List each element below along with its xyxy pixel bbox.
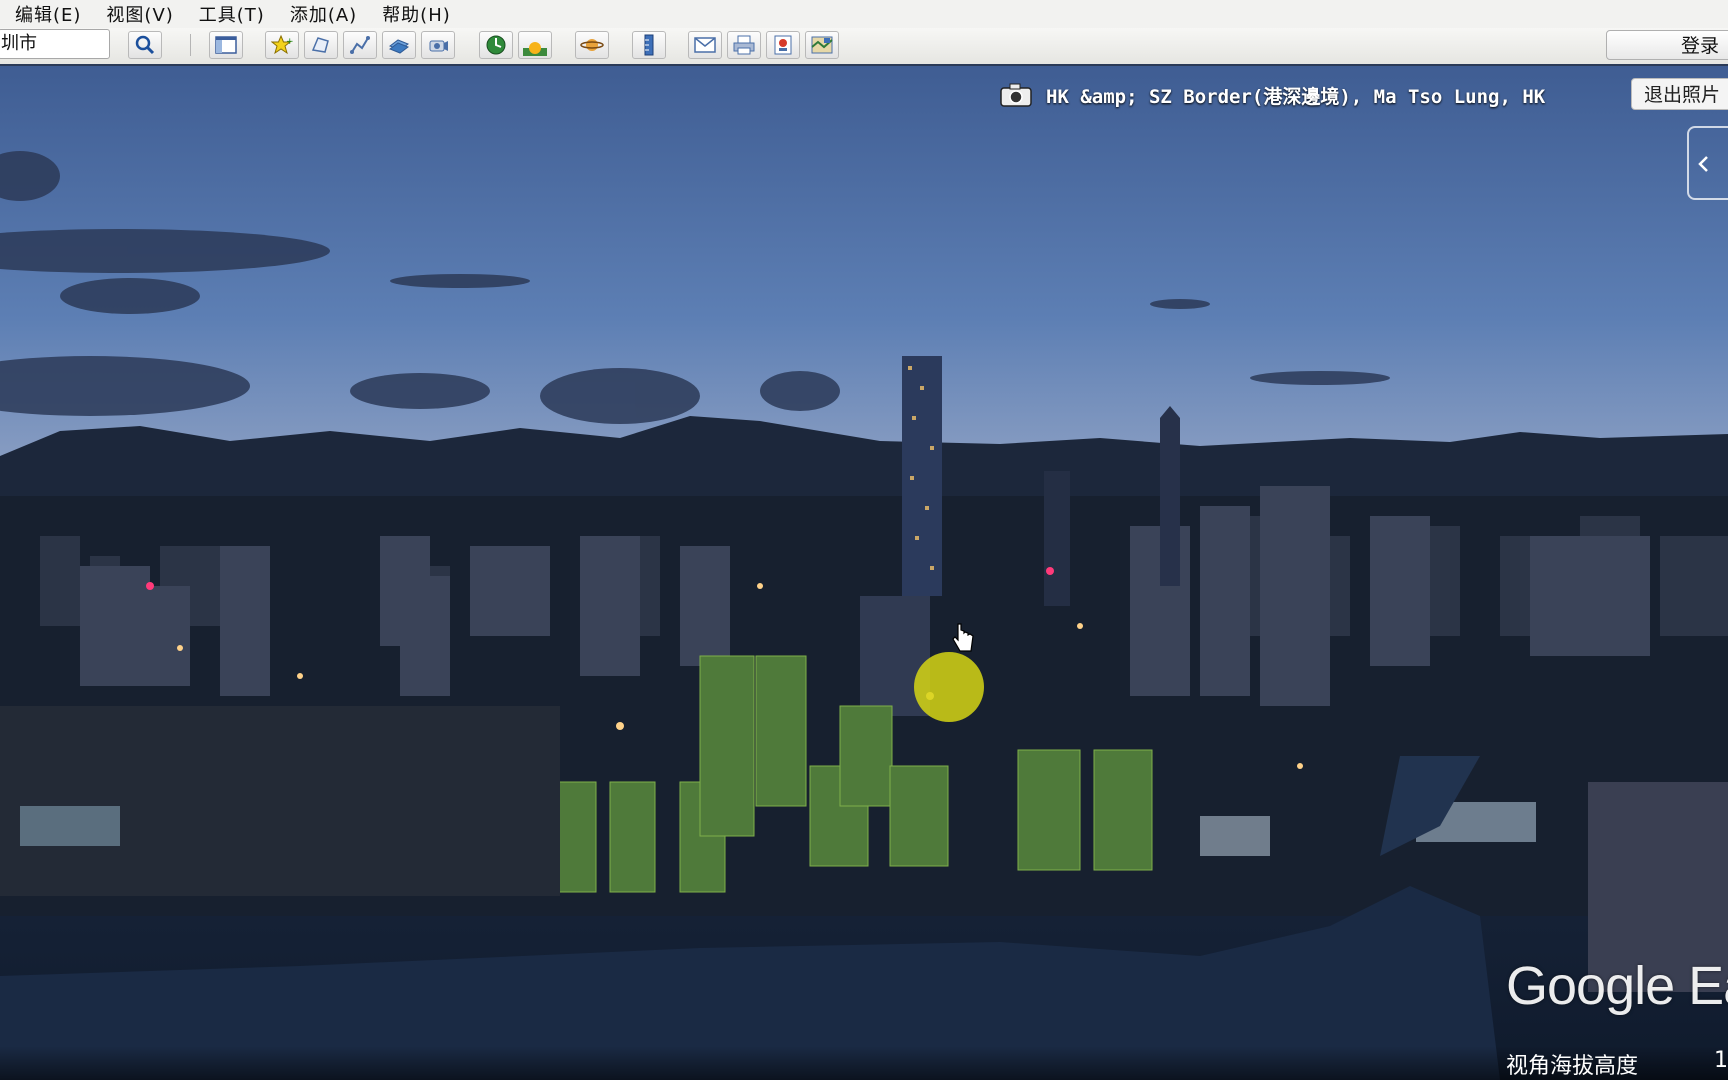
- chevron-left-icon: [1698, 156, 1708, 172]
- ruler-button[interactable]: [632, 31, 666, 59]
- historical-imagery-icon: [486, 35, 506, 55]
- photo-title: HK &amp; SZ Border(港深邊境), Ma Tso Lung, H…: [1046, 85, 1546, 108]
- navigation-control[interactable]: [1687, 126, 1728, 200]
- save-image-button[interactable]: [766, 31, 800, 59]
- toolbar: 圳市 + 登录: [0, 28, 1728, 66]
- email-button[interactable]: [688, 31, 722, 59]
- exit-photo-button[interactable]: 退出照片: [1631, 78, 1728, 110]
- menu-add[interactable]: 添加(A): [290, 1, 357, 27]
- add-placemark-button[interactable]: +: [265, 31, 299, 59]
- sidebar-toggle-button[interactable]: [209, 31, 243, 59]
- photo-info-bar: HK &amp; SZ Border(港深邊境), Ma Tso Lung, H…: [1000, 80, 1545, 110]
- planets-button[interactable]: [575, 31, 609, 59]
- print-icon: [733, 35, 755, 55]
- sunlight-button[interactable]: [518, 31, 552, 59]
- polygon-icon: [311, 37, 329, 53]
- eye-altitude-label: 视角海拔高度: [1506, 1054, 1639, 1079]
- menu-edit[interactable]: 编辑(E): [15, 1, 81, 27]
- placemark-icon: +: [271, 34, 293, 55]
- historical-imagery-button[interactable]: [479, 31, 513, 59]
- menu-help[interactable]: 帮助(H): [382, 1, 451, 27]
- record-tour-icon: [429, 40, 448, 52]
- print-button[interactable]: [727, 31, 761, 59]
- search-icon: [135, 35, 155, 55]
- cursor-highlight: [914, 652, 984, 722]
- planets-icon: [580, 39, 604, 51]
- view-in-maps-icon: [811, 36, 833, 54]
- menu-view[interactable]: 视图(V): [106, 1, 173, 27]
- sunlight-icon: [523, 42, 547, 56]
- menu-tools[interactable]: 工具(T): [199, 1, 265, 27]
- status-bar: [0, 1046, 1728, 1080]
- photo-scene: [0, 151, 1728, 1080]
- search-input[interactable]: 圳市: [0, 29, 110, 59]
- path-icon: [350, 36, 370, 54]
- eye-altitude-value: 1: [1714, 1048, 1728, 1073]
- email-icon: [694, 37, 716, 53]
- view-in-maps-button[interactable]: [805, 31, 839, 59]
- add-image-overlay-button[interactable]: [382, 31, 416, 59]
- save-image-icon: [774, 35, 792, 55]
- search-button[interactable]: [128, 31, 162, 59]
- image-overlay-icon: [388, 39, 410, 54]
- hand-cursor-icon: [952, 623, 974, 652]
- sidebar-toggle-icon: [215, 36, 237, 54]
- add-polygon-button[interactable]: [304, 31, 338, 59]
- camera-icon: [1000, 83, 1032, 107]
- toolbar-separator: [190, 34, 191, 56]
- menu-bar: 编辑(E) 视图(V) 工具(T) 添加(A) 帮助(H): [0, 0, 1728, 29]
- record-tour-button[interactable]: [421, 31, 455, 59]
- earth-viewport[interactable]: [0, 66, 1728, 1080]
- svg-text:+: +: [286, 37, 293, 47]
- ruler-icon: [644, 34, 654, 56]
- login-button[interactable]: 登录: [1606, 30, 1728, 60]
- google-earth-watermark: Google Earth: [1506, 956, 1728, 1016]
- add-path-button[interactable]: [343, 31, 377, 59]
